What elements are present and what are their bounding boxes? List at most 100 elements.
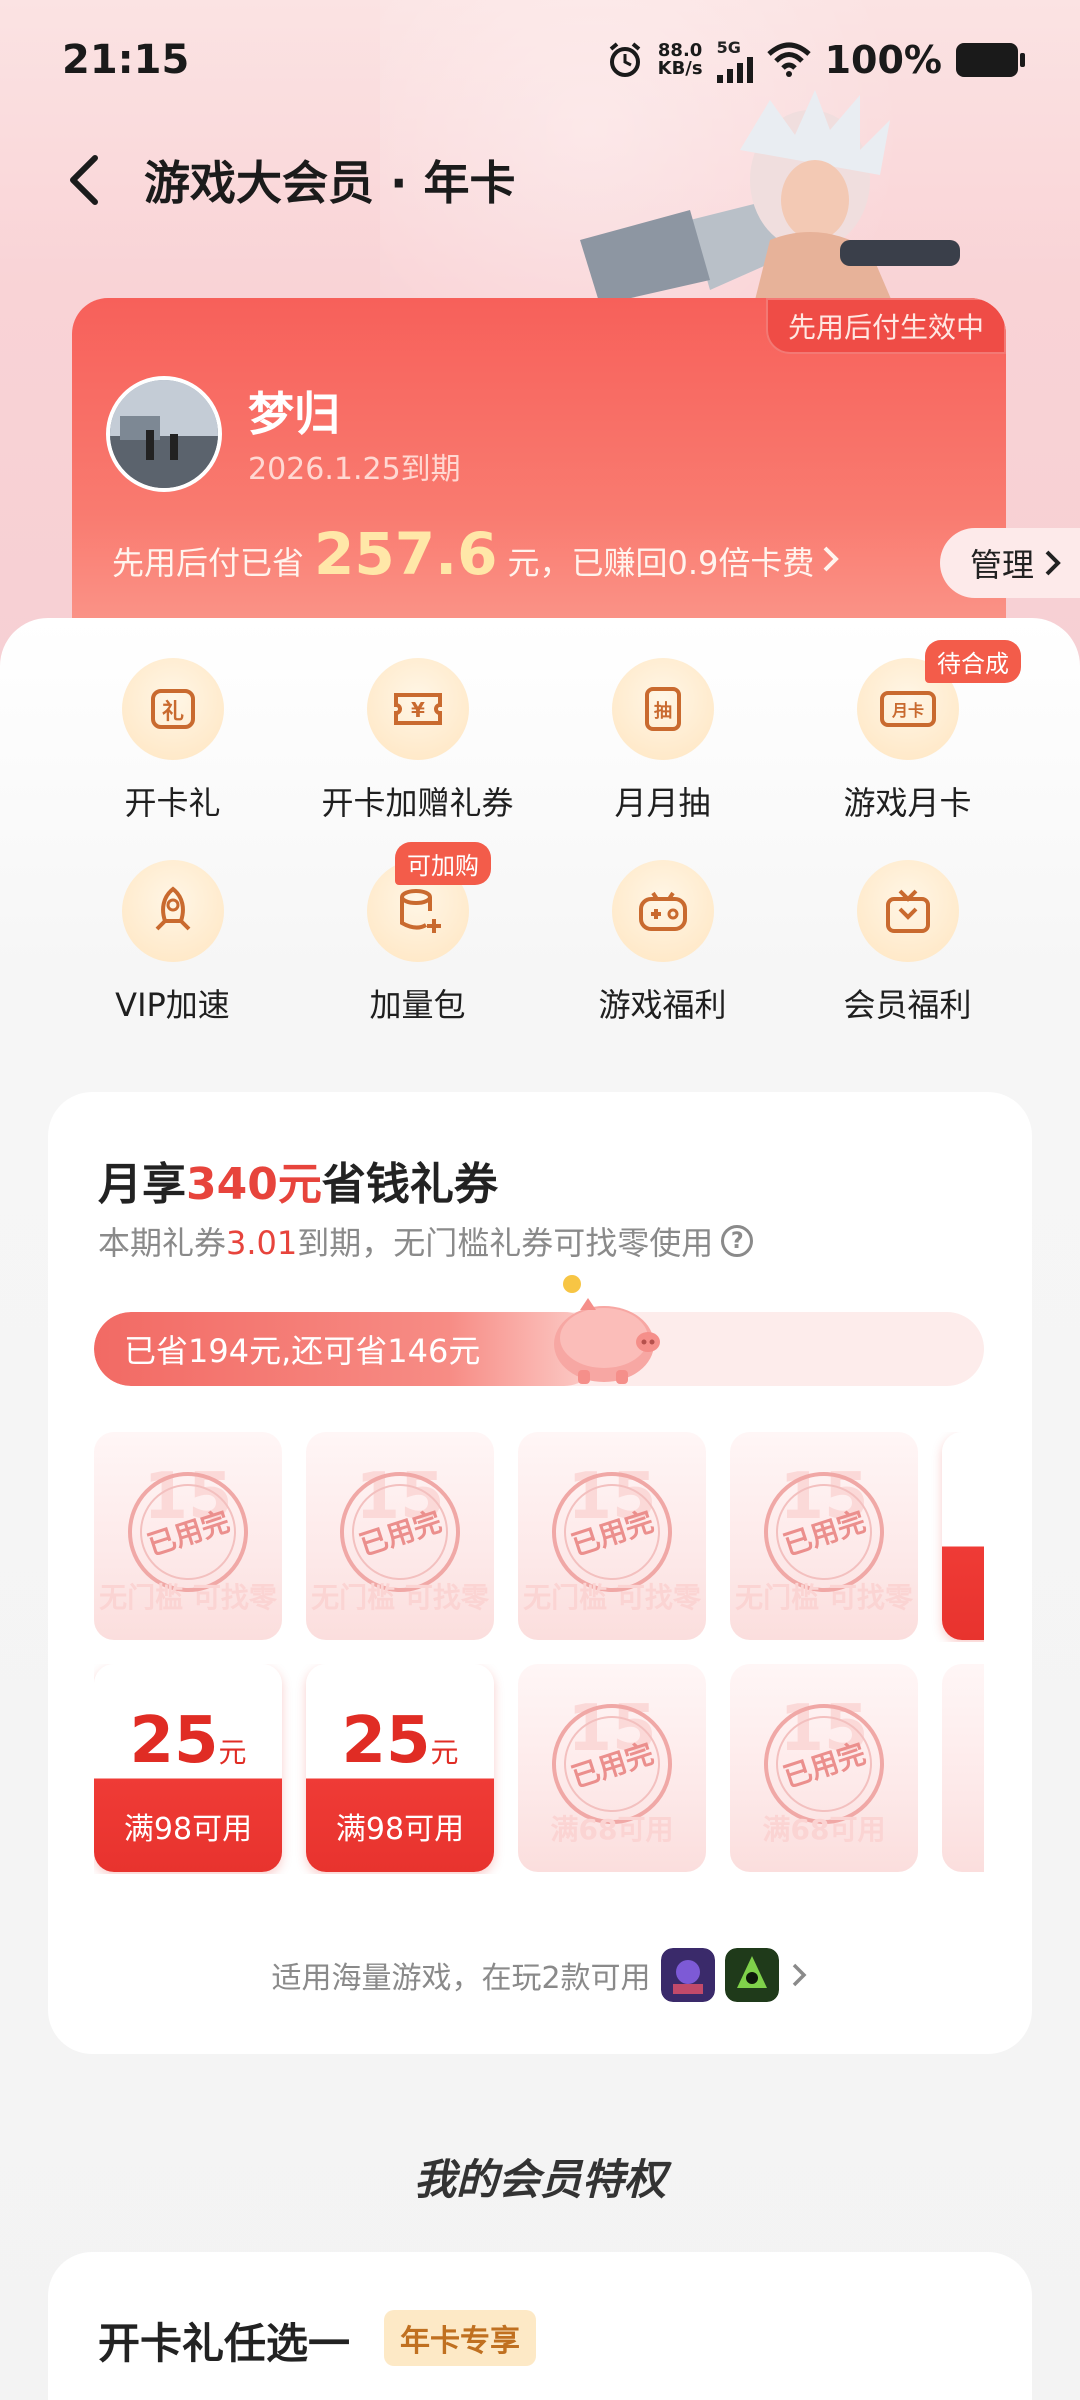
- benefit-vip-boost[interactable]: VIP加速: [50, 860, 295, 1026]
- manage-label: 管理: [970, 546, 1035, 584]
- expire-date: 2026.1.25到期: [248, 452, 461, 487]
- coupon-amount-unit: 元: [218, 1736, 247, 1769]
- coupon-condition: 无门槛 可找零: [99, 1581, 277, 1614]
- svg-text:月卡: 月卡: [890, 701, 923, 720]
- benefit-label: VIP加速: [115, 986, 230, 1024]
- coupon-row-2: 25元 满98可用 25元 满98可用 15 已用完 满68可用 15 已用完 …: [94, 1664, 984, 1874]
- status-bar: 21:15 88.0 KB/s 5G 100%: [0, 0, 1080, 120]
- title-bar: 游戏大会员 · 年卡: [0, 130, 1080, 230]
- benefit-label: 月月抽: [614, 784, 711, 822]
- privileges-section-title: 我的会员特权: [413, 2155, 666, 2204]
- benefit-label: 加量包: [369, 986, 466, 1024]
- coupon-used[interactable]: 15 已用完 无门槛 可找零: [730, 1432, 918, 1640]
- coupon-used[interactable]: 15 已用完 满68可用: [518, 1664, 706, 1872]
- benefit-label: 开卡礼: [124, 784, 221, 822]
- coupon-amount: 25元: [94, 1704, 282, 1778]
- benefit-open-gift[interactable]: 礼 开卡礼: [50, 658, 295, 824]
- benefit-label: 游戏福利: [598, 986, 727, 1024]
- saved-suffix: 元，已赚回0.9倍卡费: [507, 544, 815, 582]
- coupon-used[interactable]: 15 已用完 无门槛 可找零: [306, 1432, 494, 1640]
- benefit-member-welfare[interactable]: 会员福利: [785, 860, 1030, 1026]
- coupon-amount-value: 25: [129, 1704, 219, 1778]
- coupon-title-prefix: 月享: [98, 1159, 186, 1210]
- piggy-bank-icon: [554, 1275, 660, 1384]
- coupon-title-amount: 340元: [186, 1159, 322, 1210]
- benefit-monthly-lottery[interactable]: 抽 月月抽: [540, 658, 785, 824]
- coupon-title-suffix: 省钱礼券: [321, 1159, 498, 1210]
- signal-icon: [716, 56, 753, 83]
- benefit-label: 开卡加赠礼券: [321, 784, 514, 822]
- coupon-partial[interactable]: [942, 1432, 984, 1640]
- wifi-icon: [766, 42, 811, 77]
- coupon-amount-value: 25: [341, 1704, 431, 1778]
- back-button[interactable]: [40, 135, 130, 225]
- coupon-used[interactable]: 15 已用完 无门槛 可找零: [94, 1432, 282, 1640]
- coupon-condition: 满98可用: [335, 1812, 465, 1847]
- coupon-available[interactable]: 25元 满98可用: [306, 1664, 494, 1872]
- coupon-subtitle: 本期礼券3.01到期，无门槛礼券可找零使用 ?: [98, 1218, 754, 1264]
- chevron-right-icon: [792, 1963, 807, 1987]
- svg-text:¥: ¥: [411, 698, 425, 722]
- benefit-grid: 礼 开卡礼 ¥ 开卡加赠礼券 抽 月月抽 待合成 月卡 游戏月卡 VIP加速 可…: [0, 640, 1080, 1026]
- manage-button[interactable]: 管理: [940, 528, 1080, 598]
- chevron-right-icon: [823, 546, 840, 572]
- saved-amount: 257.6: [314, 520, 498, 588]
- benefit-label: 游戏月卡: [843, 784, 972, 822]
- gift-icon: 礼: [121, 658, 224, 760]
- avatar[interactable]: [106, 376, 222, 492]
- coupon-sub-prefix: 本期礼券: [98, 1224, 227, 1262]
- back-arrow-icon: [70, 155, 98, 205]
- coupon-available[interactable]: 25元 满98可用: [94, 1664, 282, 1872]
- coupon-amount-unit: 元: [430, 1736, 459, 1769]
- benefit-label: 会员福利: [843, 986, 972, 1024]
- game-thumbnail-icon: [724, 1948, 779, 2002]
- benefit-bonus-coupon[interactable]: ¥ 开卡加赠礼券: [295, 658, 540, 824]
- battery-icon: [956, 43, 1025, 77]
- benefit-data-package[interactable]: 可加购 加量包: [295, 842, 540, 1026]
- coupon-condition: 满68可用: [762, 1813, 886, 1846]
- coupon-card: 月享340元省钱礼券 本期礼券3.01到期，无门槛礼券可找零使用 ? 已省194…: [48, 1092, 1032, 2054]
- member-card: 先用后付生效中 梦归 2026.1.25到期 先用后付已省 257.6 元，已赚…: [72, 298, 1006, 658]
- signal-group: 5G: [716, 37, 753, 83]
- user-name: 梦归: [248, 387, 340, 441]
- gamepad-icon: [611, 860, 714, 962]
- annual-exclusive-tag: 年卡专享: [384, 2310, 536, 2366]
- applicable-games[interactable]: 适用海量游戏，在玩2款可用: [48, 1948, 1032, 2002]
- alarm-icon: [609, 42, 640, 77]
- coupon-icon: ¥: [366, 658, 469, 760]
- coupon-partial[interactable]: [942, 1664, 984, 1872]
- battery-percent: 100%: [824, 38, 942, 82]
- coupon-title: 月享340元省钱礼券: [98, 1148, 498, 1212]
- coupon-used[interactable]: 15 已用完 满68可用: [730, 1664, 918, 1872]
- net-speed-unit: KB/s: [657, 58, 703, 79]
- avatar-photo: [110, 380, 218, 488]
- applicable-games-text: 适用海量游戏，在玩2款可用: [271, 1961, 651, 1996]
- rocket-icon: [121, 860, 224, 962]
- svg-text:抽: 抽: [654, 700, 672, 722]
- savings-progress-bar: 已省194元,还可省146元: [94, 1312, 984, 1386]
- coupon-amount: 25元: [306, 1704, 494, 1778]
- help-icon[interactable]: ?: [721, 1225, 754, 1257]
- network-type: 5G: [716, 37, 741, 57]
- member-gift-icon: [856, 860, 959, 962]
- coupon-condition: 无门槛 可找零: [311, 1581, 489, 1614]
- savings-progress-text: 已省194元,还可省146元: [124, 1332, 481, 1370]
- coupon-used[interactable]: 15 已用完 无门槛 可找零: [518, 1432, 706, 1640]
- coupon-condition: 无门槛 可找零: [735, 1581, 913, 1614]
- coupon-condition: 无门槛 可找零: [523, 1581, 701, 1614]
- pending-tag: 待合成: [925, 640, 1021, 683]
- coupon-condition: 满98可用: [123, 1812, 253, 1847]
- page-title: 游戏大会员 · 年卡: [144, 156, 516, 210]
- svg-text:礼: 礼: [161, 699, 183, 725]
- net-speed: 88.0 KB/s: [658, 42, 703, 78]
- benefit-game-welfare[interactable]: 游戏福利: [540, 860, 785, 1026]
- saved-summary[interactable]: 先用后付已省 257.6 元，已赚回0.9倍卡费: [112, 520, 842, 588]
- coupon-sub-suffix: 到期，无门槛礼券可找零使用: [297, 1224, 714, 1262]
- status-time: 21:15: [62, 37, 190, 83]
- lottery-icon: 抽: [611, 658, 714, 760]
- privilege-name: 开卡礼任选一: [98, 2319, 351, 2368]
- chevron-right-icon: [1045, 550, 1061, 576]
- benefit-game-month-card[interactable]: 待合成 月卡 游戏月卡: [785, 640, 1030, 824]
- coupon-condition: 满68可用: [550, 1813, 674, 1846]
- privilege-card[interactable]: 开卡礼任选一 年卡专享: [48, 2252, 1032, 2400]
